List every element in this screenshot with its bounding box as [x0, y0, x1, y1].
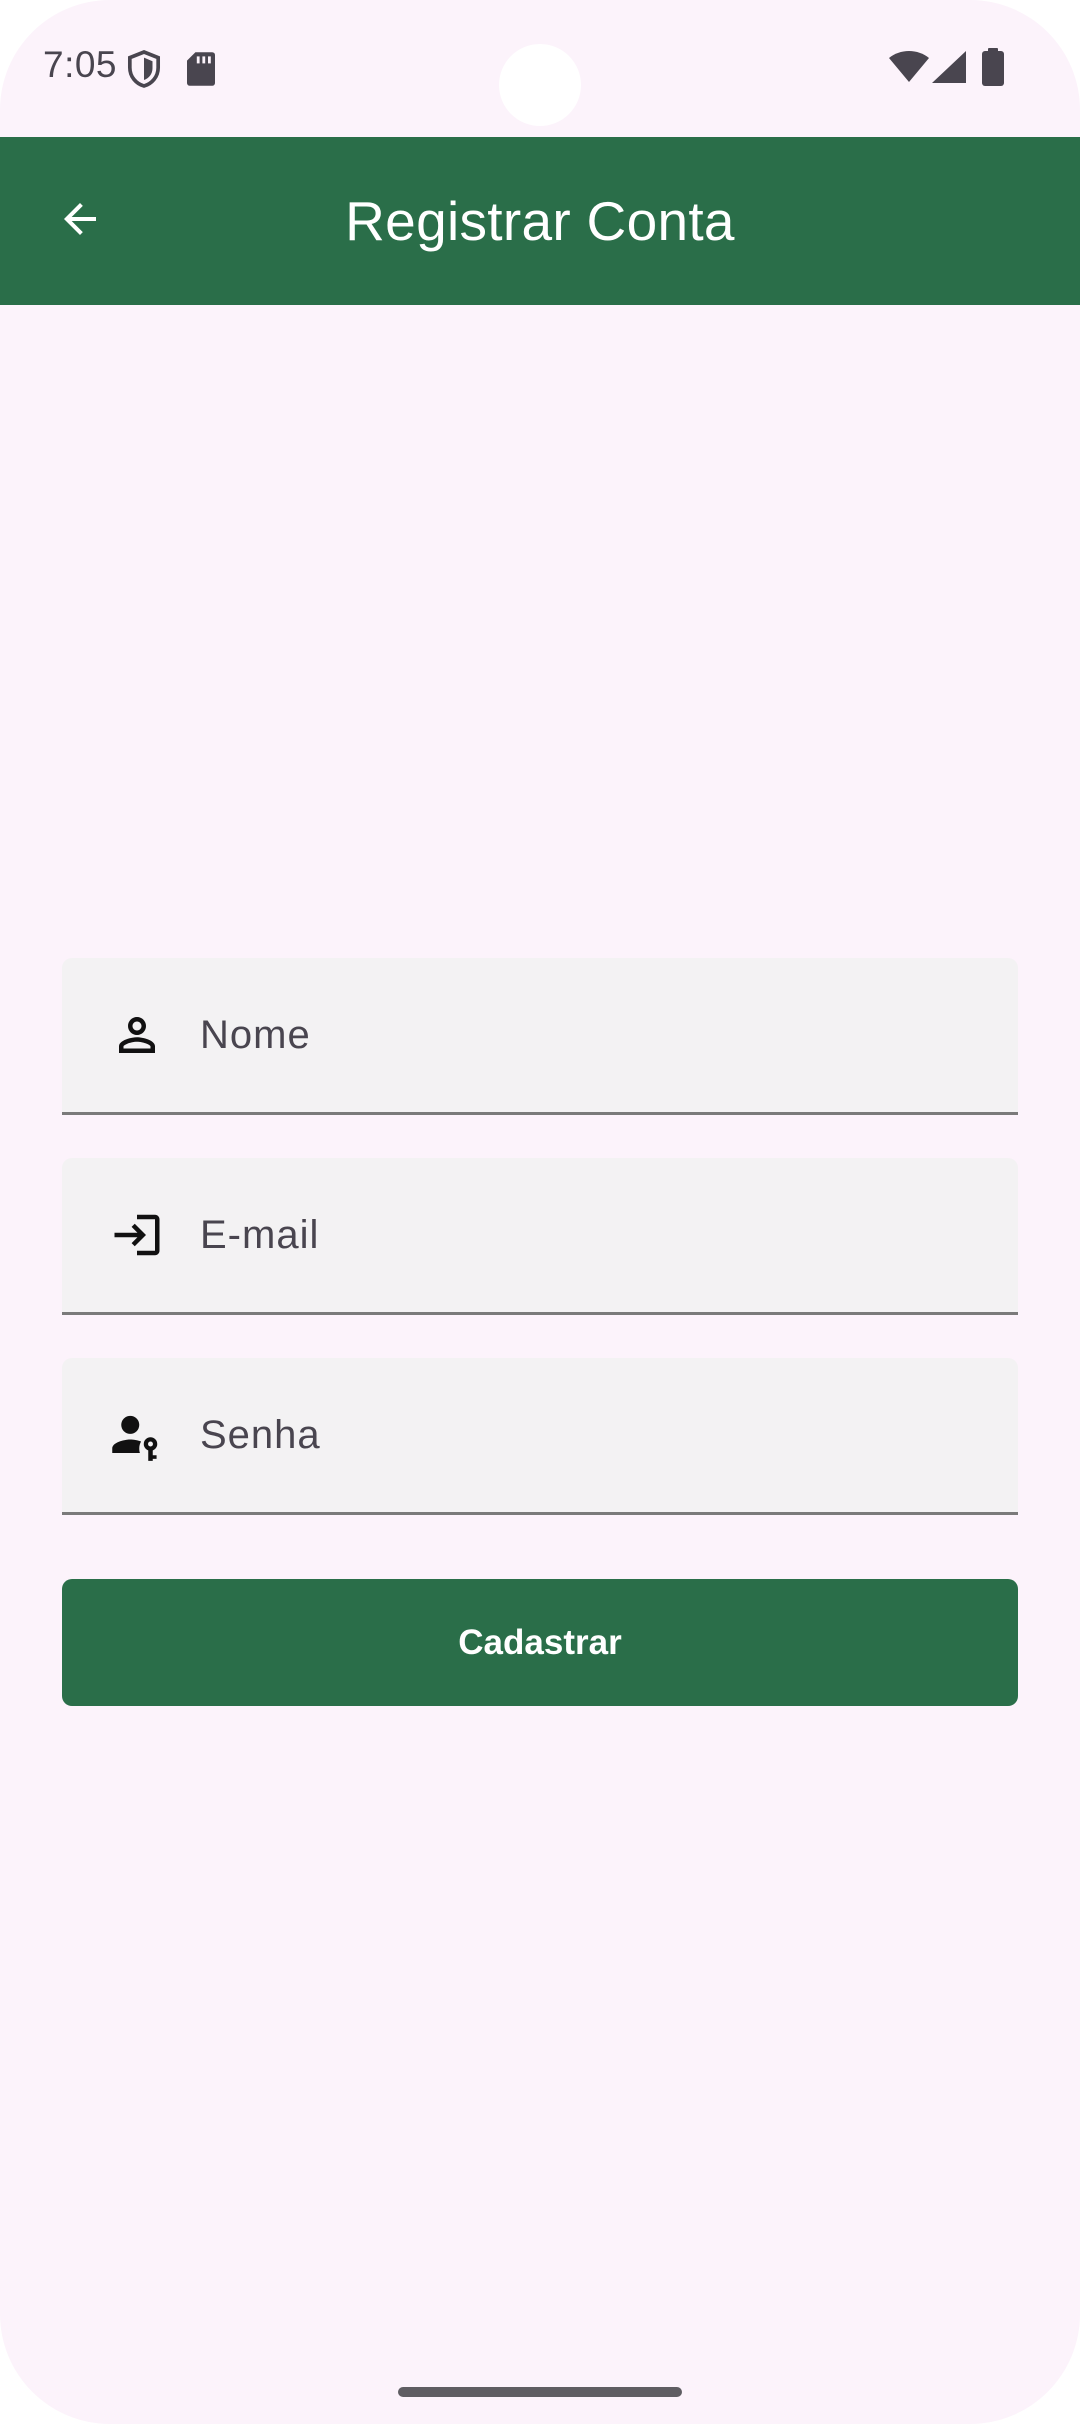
email-field[interactable]	[62, 1158, 1018, 1315]
app-bar: Registrar Conta	[0, 137, 1080, 305]
person-icon	[110, 1008, 164, 1062]
password-field[interactable]	[62, 1358, 1018, 1515]
status-time: 7:05	[43, 44, 118, 85]
shield-icon	[127, 50, 161, 93]
email-input[interactable]	[200, 1158, 980, 1312]
login-icon	[110, 1208, 164, 1262]
back-button[interactable]	[30, 171, 130, 271]
password-input[interactable]	[200, 1358, 980, 1512]
cell-signal-icon	[932, 51, 966, 88]
wifi-icon	[889, 51, 929, 88]
battery-icon	[982, 48, 1004, 91]
status-bar: 7:05	[0, 0, 1080, 137]
register-button[interactable]: Cadastrar	[62, 1579, 1018, 1706]
name-input[interactable]	[200, 958, 980, 1112]
person-key-icon	[110, 1408, 164, 1462]
page-title: Registrar Conta	[345, 190, 735, 252]
name-field[interactable]	[62, 958, 1018, 1115]
camera-cutout	[499, 44, 581, 126]
sd-card-icon	[187, 52, 215, 91]
home-indicator[interactable]	[398, 2387, 682, 2397]
arrow-back-icon	[56, 195, 104, 248]
screen: 7:05 Registrar Conta Nome E-mail Cadastr…	[0, 0, 1080, 2424]
